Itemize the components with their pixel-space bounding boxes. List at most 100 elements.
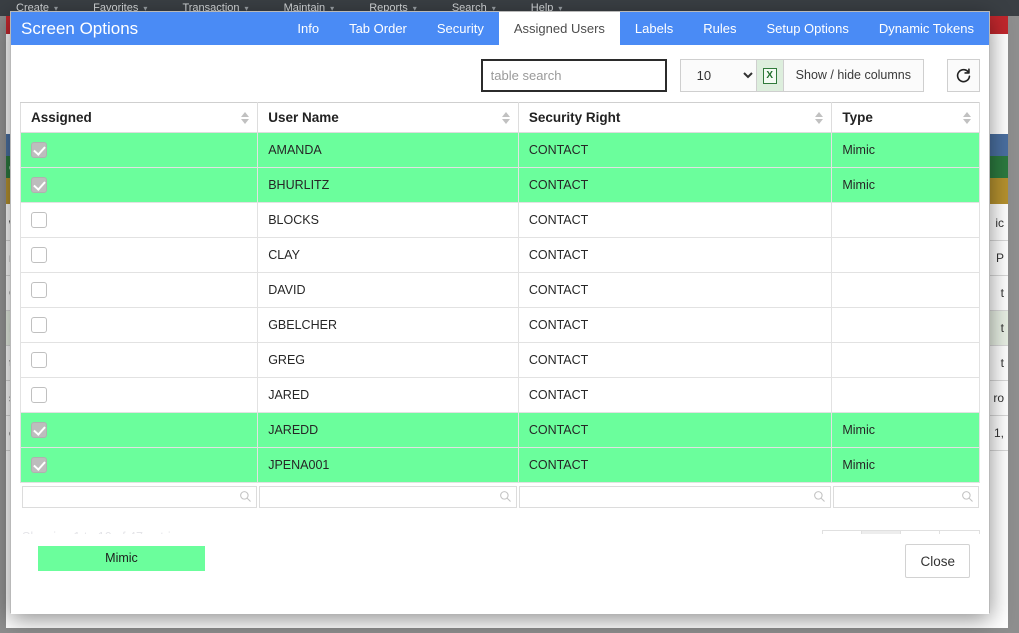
assigned-checkbox[interactable] — [31, 457, 47, 473]
cell-user-name: JAREDD — [257, 412, 519, 448]
cell-assigned[interactable] — [19, 307, 259, 343]
tab-security[interactable]: Security — [422, 12, 499, 45]
column-header-type-label: Type — [842, 110, 873, 125]
excel-export-button[interactable]: X — [756, 59, 784, 92]
legend-mimic: Mimic — [38, 546, 205, 571]
dialog-tab-bar: Screen Options Info Tab Order Security A… — [11, 12, 989, 45]
cell-security-right: CONTACT — [517, 377, 833, 413]
cell-assigned[interactable] — [19, 412, 259, 448]
table-row[interactable]: CLAY CONTACT — [19, 237, 980, 273]
column-header-type[interactable]: Type — [831, 102, 980, 133]
table-row[interactable]: JARED CONTACT — [19, 377, 980, 413]
cell-user-name: BLOCKS — [257, 202, 519, 238]
table-row[interactable]: JPENA001 CONTACT Mimic — [19, 447, 980, 483]
cell-assigned[interactable] — [19, 272, 259, 308]
cell-assigned[interactable] — [19, 132, 259, 168]
excel-export-icon: X — [762, 67, 777, 84]
cell-security-right: CONTACT — [517, 167, 833, 203]
table-foot — [21, 483, 980, 508]
cell-assigned[interactable] — [19, 237, 259, 273]
column-filter-type[interactable] — [832, 486, 979, 508]
show-hide-columns-button[interactable]: Show / hide columns — [783, 59, 924, 92]
cell-type: Mimic — [831, 167, 980, 203]
assigned-checkbox[interactable] — [31, 247, 47, 263]
column-header-user-name[interactable]: User Name — [257, 102, 519, 133]
cell-security-right: CONTACT — [517, 412, 833, 448]
tab-bar-spacer — [146, 12, 282, 45]
column-filter-cell-security-right — [518, 483, 832, 508]
cell-security-right: CONTACT — [517, 342, 833, 378]
cell-user-name: DAVID — [257, 272, 519, 308]
column-filter-assigned[interactable] — [21, 486, 257, 508]
table-row[interactable]: GREG CONTACT — [19, 342, 980, 378]
column-filter-user-name[interactable] — [258, 486, 518, 508]
table-row[interactable]: JAREDD CONTACT Mimic — [19, 412, 980, 448]
tab-info[interactable]: Info — [282, 12, 334, 45]
column-header-assigned-label: Assigned — [31, 110, 92, 125]
column-filter-security-right[interactable] — [519, 486, 831, 508]
cell-assigned[interactable] — [19, 377, 259, 413]
table-toolbar: 10 25 50 100 X Show / hide columns — [20, 45, 980, 102]
table-row[interactable]: DAVID CONTACT — [19, 272, 980, 308]
cell-security-right: CONTACT — [517, 202, 833, 238]
dialog-body: 10 25 50 100 X Show / hide columns — [11, 45, 989, 614]
cell-assigned[interactable] — [19, 342, 259, 378]
assigned-checkbox[interactable] — [31, 142, 47, 158]
table-row[interactable]: GBELCHER CONTACT — [19, 307, 980, 343]
screen-options-dialog: Screen Options Info Tab Order Security A… — [10, 11, 990, 614]
cell-user-name: AMANDA — [257, 132, 519, 168]
sort-icon — [963, 111, 971, 124]
table-row[interactable]: BLOCKS CONTACT — [19, 202, 980, 238]
cell-type — [831, 237, 980, 273]
cell-type — [831, 342, 980, 378]
column-filter-wrap — [519, 486, 831, 508]
cell-type — [831, 377, 980, 413]
tab-setup-options[interactable]: Setup Options — [751, 12, 863, 45]
table-row[interactable]: BHURLITZ CONTACT Mimic — [19, 167, 980, 203]
tab-labels[interactable]: Labels — [620, 12, 688, 45]
column-header-security-right-label: Security Right — [528, 110, 621, 125]
cell-user-name: BHURLITZ — [257, 167, 519, 203]
cell-type: Mimic — [831, 132, 980, 168]
column-header-assigned[interactable]: Assigned — [19, 102, 259, 133]
assigned-users-table: Assigned User Name Security Right Type A… — [19, 102, 980, 508]
dialog-footer: Mimic Close — [11, 534, 989, 612]
cell-type — [831, 307, 980, 343]
cell-security-right: CONTACT — [517, 447, 833, 483]
assigned-checkbox[interactable] — [31, 317, 47, 333]
cell-user-name: GREG — [257, 342, 519, 378]
cell-security-right: CONTACT — [517, 132, 833, 168]
column-filter-cell-user-name — [258, 483, 519, 508]
assigned-checkbox[interactable] — [31, 352, 47, 368]
cell-assigned[interactable] — [19, 447, 259, 483]
column-header-user-name-label: User Name — [268, 110, 339, 125]
table-search-input[interactable] — [480, 59, 667, 92]
assigned-checkbox[interactable] — [31, 212, 47, 228]
reload-button[interactable] — [947, 59, 980, 92]
column-filter-wrap — [258, 486, 518, 508]
assigned-checkbox[interactable] — [31, 387, 47, 403]
column-header-security-right[interactable]: Security Right — [517, 102, 833, 133]
reload-icon — [956, 68, 971, 83]
tab-dynamic-tokens[interactable]: Dynamic Tokens — [864, 12, 989, 45]
cell-security-right: CONTACT — [517, 272, 833, 308]
table-row[interactable]: AMANDA CONTACT Mimic — [19, 132, 980, 168]
close-button[interactable]: Close — [905, 544, 970, 578]
column-filter-wrap — [832, 486, 979, 508]
cell-assigned[interactable] — [19, 167, 259, 203]
column-filter-cell-assigned — [21, 483, 258, 508]
assigned-checkbox[interactable] — [31, 282, 47, 298]
cell-type — [831, 202, 980, 238]
assigned-checkbox[interactable] — [31, 422, 47, 438]
tab-rules[interactable]: Rules — [688, 12, 751, 45]
page-root: Create ▾ Favorites ▾ Transaction ▾ Maintain… — [0, 0, 1019, 633]
page-length-select[interactable]: 10 25 50 100 — [679, 59, 757, 92]
column-filter-row — [21, 483, 980, 508]
assigned-checkbox[interactable] — [31, 177, 47, 193]
cell-user-name: JARED — [257, 377, 519, 413]
cell-type: Mimic — [831, 412, 980, 448]
tab-tab-order[interactable]: Tab Order — [334, 12, 422, 45]
cell-assigned[interactable] — [19, 202, 259, 238]
tab-assigned-users[interactable]: Assigned Users — [498, 12, 620, 45]
column-filter-cell-type — [832, 483, 980, 508]
